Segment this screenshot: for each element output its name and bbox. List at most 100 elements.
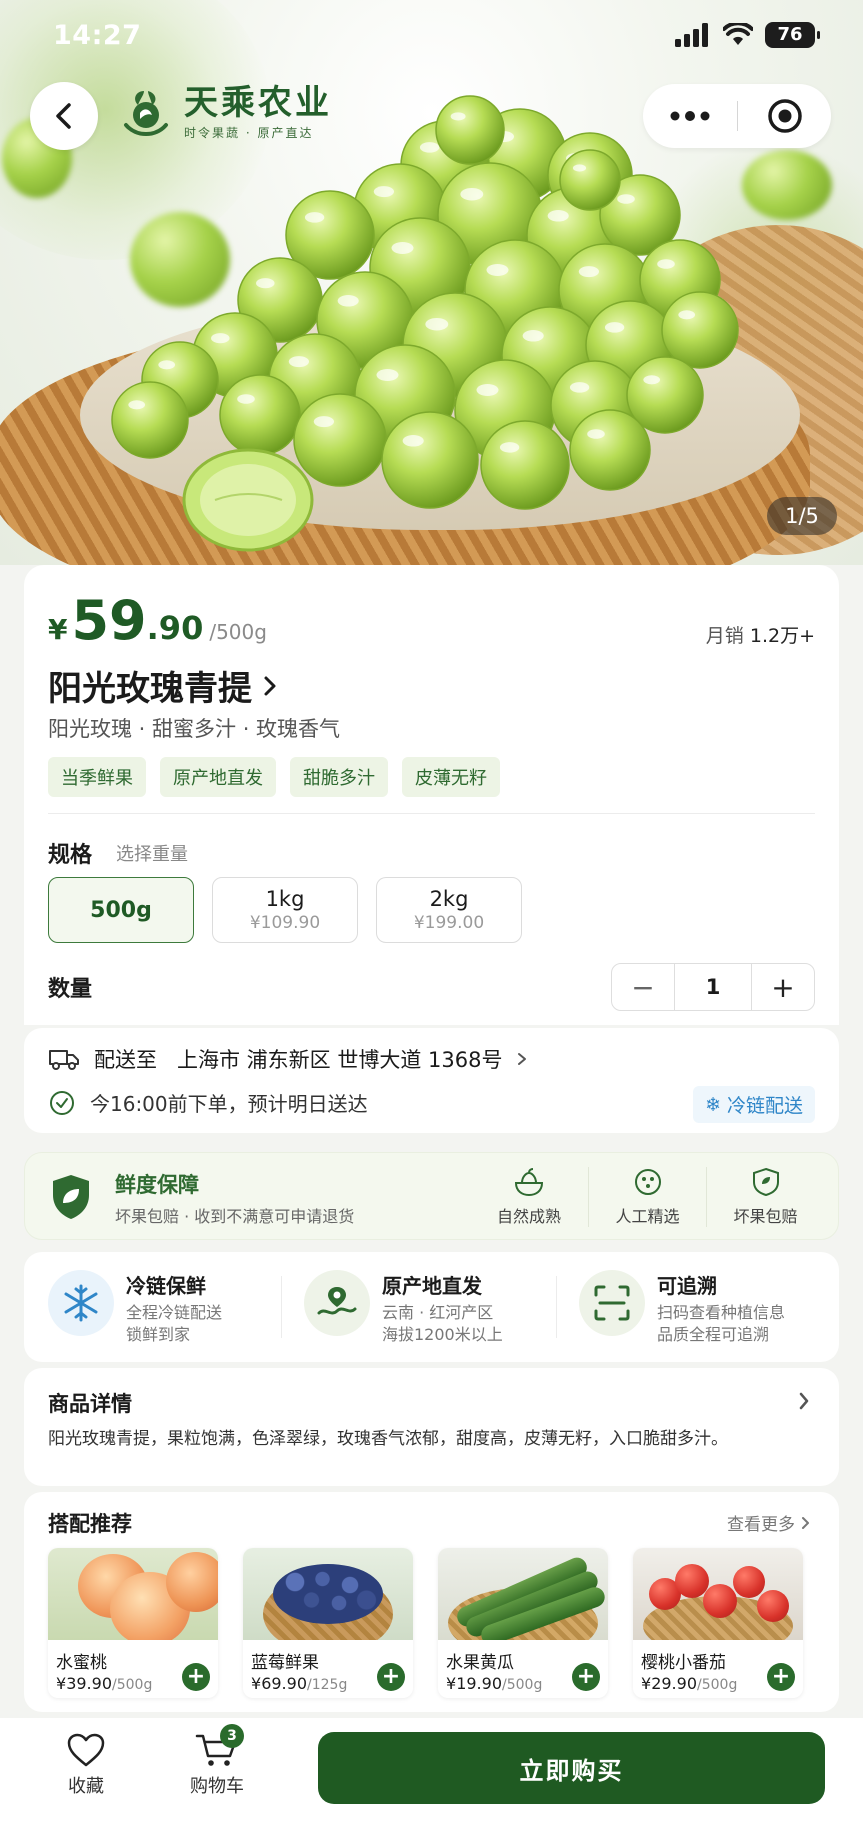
truck-icon: [49, 1050, 79, 1070]
more-button[interactable]: [643, 84, 737, 148]
divider: [48, 813, 815, 814]
spec-option-2kg[interactable]: 2kg ¥199.00: [376, 877, 522, 943]
feature-desc: 云南 · 红河产区: [382, 1303, 494, 1322]
grape: [293, 393, 387, 487]
grape-highlight: [578, 266, 600, 278]
recommend-unit: /125g: [307, 1677, 348, 1693]
increment-button[interactable]: +: [752, 964, 814, 1010]
grape-highlight: [425, 317, 449, 331]
price-currency: ¥: [48, 613, 68, 646]
snowflake-icon: ❄: [705, 1093, 721, 1116]
feature-title: 原产地直发: [382, 1274, 482, 1298]
sales-label: 月销: [705, 625, 744, 647]
recommend-unit: /500g: [112, 1677, 153, 1693]
grape-highlight: [337, 295, 359, 307]
view-more-link[interactable]: 查看更多: [727, 1510, 811, 1535]
grape-highlight: [419, 142, 440, 153]
guarantee-item: 人工精选: [588, 1167, 706, 1227]
close-mini-program-button[interactable]: [738, 84, 831, 148]
spec-weight: 500g: [90, 897, 152, 923]
feature-title: 冷链保鲜: [126, 1274, 206, 1298]
grape-highlight: [313, 416, 335, 428]
grape-highlight: [678, 310, 696, 320]
price: ¥ 59 .90 /500g: [48, 589, 267, 652]
ship-address: 上海市 浦东新区 世博大道 1368号: [177, 1048, 503, 1072]
target-circle-icon: [767, 99, 802, 133]
sales-value: 1.2万+: [749, 625, 815, 647]
freshness-guarantee-card[interactable]: 鲜度保障 坏果包赔 · 收到不满意可申请退货 自然成熟 人工精选 坏果包赔: [24, 1152, 839, 1240]
product-tag: 皮薄无籽: [402, 757, 500, 797]
grape-highlight: [486, 264, 509, 276]
guarantee-item-label: 自然成熟: [496, 1207, 561, 1226]
back-button[interactable]: [30, 82, 98, 150]
add-to-cart-button[interactable]: +: [182, 1663, 210, 1691]
recommend-currency: ¥: [251, 1674, 262, 1693]
recommend-name: 樱桃小番茄: [641, 1653, 726, 1673]
battery-indicator: 76: [765, 22, 820, 48]
decrement-button[interactable]: −: [612, 964, 674, 1010]
grape-highlight: [402, 435, 424, 447]
recommend-item-peach[interactable]: 水蜜桃 ¥39.90/500g +: [48, 1548, 218, 1698]
guarantee-subtitle: 坏果包赔 · 收到不满意可申请退货: [115, 1207, 355, 1226]
spec-option-1kg[interactable]: 1kg ¥109.90: [212, 877, 358, 943]
recommendations-card: 搭配推荐 查看更多 水蜜桃 ¥39.90/500g + 蓝莓鲜果 ¥69.90/…: [24, 1492, 839, 1712]
divider: [281, 1276, 282, 1338]
spec-label: 规格: [48, 843, 93, 868]
recommend-price-value: 39.90: [66, 1674, 112, 1693]
favorite-button[interactable]: 收藏: [66, 1732, 106, 1798]
add-to-cart-button[interactable]: +: [377, 1663, 405, 1691]
cart-label: 购物车: [190, 1776, 244, 1797]
product-tag: 甜脆多汁: [290, 757, 388, 797]
recommend-price: ¥69.90/125g: [251, 1674, 347, 1693]
recommend-item-cucumber[interactable]: 水果黄瓜 ¥19.90/500g +: [438, 1548, 608, 1698]
recommend-name: 水果黄瓜: [446, 1653, 514, 1673]
feature-title: 可追溯: [657, 1274, 717, 1298]
product-image-gallery[interactable]: 1/5 14:27 76 天乘农业 时令果蔬 · 原产直达: [0, 0, 863, 565]
recommend-price-value: 29.90: [651, 1674, 697, 1693]
guarantee-title: 鲜度保障: [115, 1173, 199, 1197]
ship-label: 配送至: [94, 1048, 157, 1072]
feature-desc: 海拔1200米以上: [382, 1325, 503, 1344]
quantity-stepper: − 1 +: [611, 963, 815, 1011]
grape-highlight: [304, 212, 325, 223]
feature-highlights-card: 冷链保鲜 全程冷链配送 锁鲜到家 原产地直发 云南 · 红河产区 海拔1200米…: [24, 1252, 839, 1362]
recommend-item-cherry-tomato[interactable]: 樱桃小番茄 ¥29.90/500g +: [633, 1548, 803, 1698]
wifi-icon: [723, 23, 753, 45]
product-title-link[interactable]: 阳光玫瑰青提: [48, 661, 278, 710]
map-pin-icon: [304, 1270, 370, 1336]
recommend-name: 水蜜桃: [56, 1653, 107, 1673]
divider: [556, 1276, 557, 1338]
mini-program-capsule: [643, 84, 831, 148]
grape-highlight: [657, 259, 675, 269]
grape: [111, 381, 189, 459]
add-to-cart-button[interactable]: +: [767, 1663, 795, 1691]
recommend-currency: ¥: [641, 1674, 652, 1693]
spec-hint: 选择重量: [116, 844, 188, 865]
product-tag: 当季鲜果: [48, 757, 146, 797]
recommend-list: 水蜜桃 ¥39.90/500g + 蓝莓鲜果 ¥69.90/125g + 水果黄…: [48, 1548, 803, 1698]
spec-option-500g[interactable]: 500g: [48, 877, 194, 943]
feature-desc: 品质全程可追溯: [657, 1325, 770, 1344]
monthly-sales: 月销 1.2万+: [706, 621, 815, 648]
quantity-value[interactable]: 1: [674, 964, 752, 1010]
brand-mark-icon: [124, 90, 168, 136]
recommend-item-blueberry[interactable]: 蓝莓鲜果 ¥69.90/125g +: [243, 1548, 413, 1698]
recommend-price: ¥19.90/500g: [446, 1674, 542, 1693]
delivery-address-row[interactable]: 配送至 上海市 浦东新区 世博大道 1368号: [48, 1044, 528, 1074]
feature-traceable: 可追溯 扫码查看种植信息 品质全程可追溯: [579, 1270, 785, 1347]
buy-now-button[interactable]: 立即购买: [318, 1732, 825, 1804]
cherry-tomato-image: [633, 1548, 803, 1640]
signal-icon: [675, 23, 708, 47]
cold-chain-badge: ❄ 冷链配送: [693, 1086, 815, 1123]
spec-weight: 1kg: [265, 887, 305, 911]
grape-highlight: [450, 112, 466, 121]
add-to-cart-button[interactable]: +: [572, 1663, 600, 1691]
blueberry-image: [243, 1548, 413, 1640]
shield-leaf-icon: [53, 1175, 89, 1219]
hand-pick-icon: [634, 1169, 661, 1195]
status-icons: 76: [675, 22, 820, 48]
cart-button[interactable]: 购物车 3: [190, 1724, 244, 1798]
bottom-action-bar: 收藏 购物车 3 立即购买: [0, 1718, 863, 1822]
favorite-label: 收藏: [68, 1776, 104, 1797]
product-detail-card[interactable]: 商品详情 阳光玫瑰青提，果粒饱满，色泽翠绿，玫瑰香气浓郁，甜度高，皮薄无籽，入口…: [24, 1368, 839, 1486]
